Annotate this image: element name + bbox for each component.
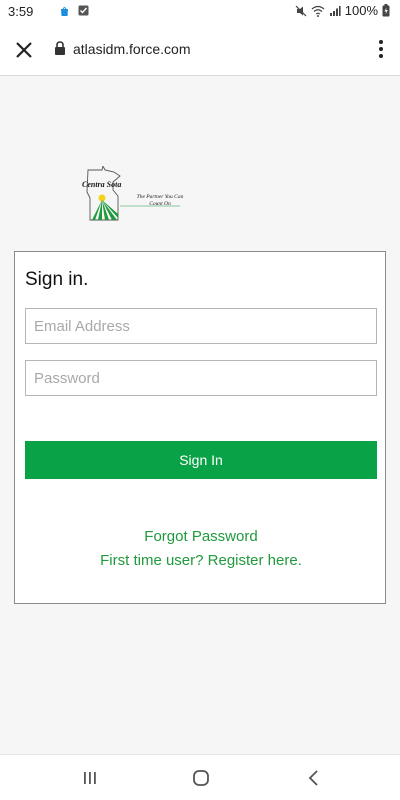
more-vert-icon[interactable] — [378, 39, 384, 59]
battery-percentage: 100% — [344, 3, 378, 18]
register-link[interactable]: First time user? Register here. — [15, 552, 387, 569]
logo-tagline: The Partner You Can Count On — [136, 194, 184, 207]
sign-in-button[interactable]: Sign In — [25, 441, 377, 479]
signin-title: Sign in. — [25, 269, 89, 290]
mute-icon — [295, 5, 307, 16]
email-field[interactable] — [25, 308, 377, 344]
recent-apps-icon[interactable] — [82, 770, 98, 786]
wifi-icon — [311, 5, 325, 17]
forgot-password-link[interactable]: Forgot Password — [15, 528, 387, 545]
battery-icon — [382, 4, 390, 17]
company-logo: Centra Sota The Partner You Can Count On — [80, 166, 190, 224]
browser-toolbar: atlasidm.force.com — [0, 24, 400, 76]
back-icon[interactable] — [307, 769, 321, 787]
close-icon[interactable] — [14, 40, 34, 60]
notification-icon — [61, 7, 68, 16]
page-content: Centra Sota The Partner You Can Count On… — [0, 76, 400, 754]
signal-icon — [329, 5, 341, 16]
status-bar: 3:59 100% — [0, 0, 400, 24]
signin-card: Sign in. Sign In Forgot Password First t… — [14, 251, 386, 604]
status-indicators: 100% — [295, 3, 390, 18]
url-text[interactable]: atlasidm.force.com — [73, 41, 190, 57]
password-field[interactable] — [25, 360, 377, 396]
checkbox-notification-icon — [78, 5, 89, 16]
logo-brand-text: Centra Sota — [82, 180, 122, 189]
status-time: 3:59 — [8, 4, 34, 19]
lock-icon — [55, 41, 65, 55]
home-icon[interactable] — [192, 769, 210, 787]
system-nav-bar — [0, 754, 400, 800]
